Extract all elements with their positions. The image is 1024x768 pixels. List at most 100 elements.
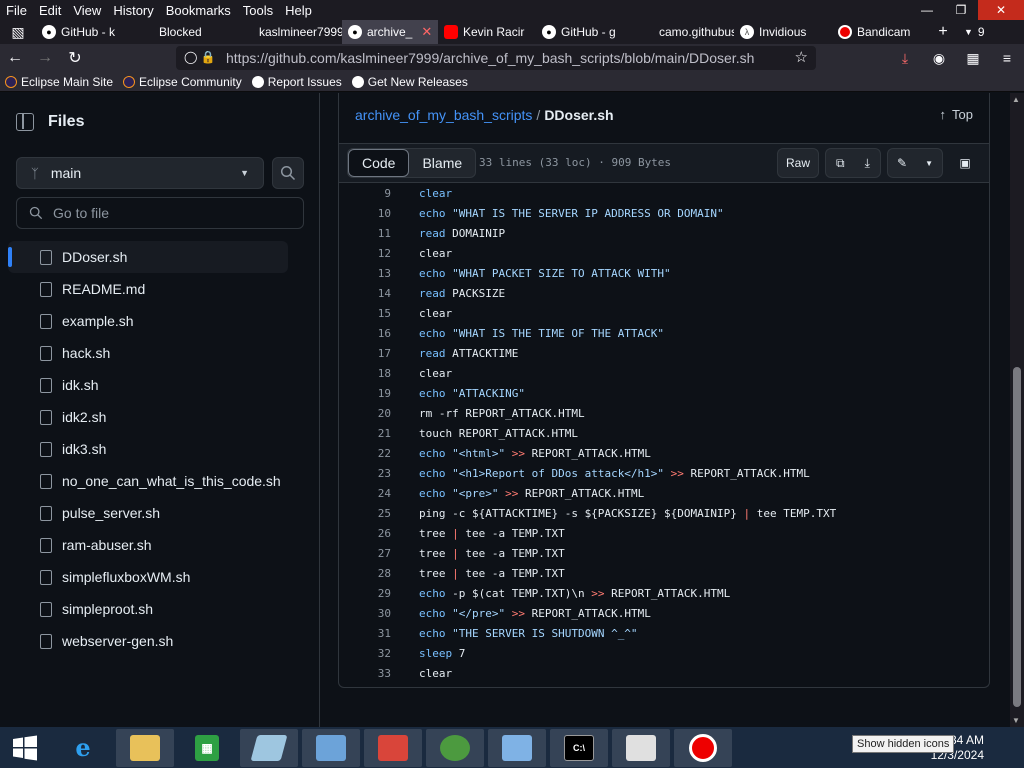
taskbar-store[interactable]: ▦ [178,729,236,767]
menu-edit[interactable]: Edit [33,3,67,18]
back-icon[interactable]: ← [0,44,30,72]
file-item[interactable]: hack.sh [8,337,288,369]
taskbar-notepad[interactable] [240,728,298,767]
search-button[interactable] [272,157,304,189]
file-item[interactable]: idk.sh [8,369,288,401]
line-number[interactable]: 25 [339,507,403,520]
account-icon[interactable]: ◉ [922,44,956,72]
taskbar-control-panel[interactable] [488,728,546,767]
download-file-icon[interactable]: ⤓ [865,156,870,171]
pencil-icon[interactable]: ✎ [897,156,907,170]
line-number[interactable]: 12 [339,247,403,260]
line-number[interactable]: 17 [339,347,403,360]
branch-selector[interactable]: ᛉ main ▼ [16,157,264,189]
line-number[interactable]: 11 [339,227,403,240]
chevron-down-icon[interactable]: ▼ [925,159,933,168]
code-tab[interactable]: Code [348,149,410,177]
line-number[interactable]: 28 [339,567,403,580]
taskbar-window[interactable] [612,728,670,767]
line-number[interactable]: 23 [339,467,403,480]
menu-file[interactable]: File [0,3,33,18]
line-number[interactable]: 10 [339,207,403,220]
hamburger-menu-icon[interactable]: ≡ [990,44,1024,72]
line-number[interactable]: 32 [339,647,403,660]
tab-8[interactable]: Bandicam [832,20,928,44]
restore-icon[interactable]: ❐ [944,0,978,20]
tab-2[interactable]: kaslmineer7999 [234,20,342,44]
tab-close-icon[interactable]: ✕ [421,24,432,40]
raw-button[interactable]: Raw [777,148,819,178]
line-number[interactable]: 21 [339,427,403,440]
download-icon[interactable]: ⤓ [888,44,922,72]
tab-6[interactable]: camo.githubus [634,20,734,44]
start-button[interactable] [0,729,50,767]
go-to-file-input[interactable]: Go to file [16,197,304,229]
bookmark-eclipse-main[interactable]: Eclipse Main Site [0,75,118,89]
file-item[interactable]: example.sh [8,305,288,337]
line-number[interactable]: 24 [339,487,403,500]
tab-7[interactable]: λ Invidious [734,20,832,44]
copy-icon[interactable]: ⧉ [836,156,845,171]
top-link[interactable]: ↑ Top [940,107,973,122]
menu-bookmarks[interactable]: Bookmarks [160,3,237,18]
file-item[interactable]: DDoser.sh [8,241,288,273]
minimize-icon[interactable]: — [910,0,944,20]
taskbar-explorer[interactable] [116,728,174,767]
tab-1[interactable]: Blocked [134,20,234,44]
bookmark-get-new-releases[interactable]: Get New Releases [347,75,473,89]
file-item[interactable]: ram-abuser.sh [8,529,288,561]
sidebar-collapse-icon[interactable] [16,113,34,131]
taskbar-cmd[interactable]: C:\ [550,728,608,767]
line-number[interactable]: 15 [339,307,403,320]
page-scrollbar[interactable]: ▲ ▼ [1010,93,1024,727]
taskbar-bandicam[interactable] [674,728,732,767]
blame-tab[interactable]: Blame [409,149,475,177]
bookmark-report-issues[interactable]: Report Issues [247,75,347,89]
file-item[interactable]: simplefluxboxWM.sh [8,561,288,593]
breadcrumb-repo-link[interactable]: archive_of_my_bash_scripts [355,107,532,123]
file-item[interactable]: idk3.sh [8,433,288,465]
bookmark-eclipse-community[interactable]: Eclipse Community [118,75,247,89]
line-number[interactable]: 20 [339,407,403,420]
scroll-down-icon[interactable]: ▼ [1012,716,1020,725]
star-icon[interactable]: ☆ [795,48,808,66]
tab-5[interactable]: ● GitHub - g [536,20,634,44]
url-bar[interactable]: ◯ 🔒 https://github.com/kaslmineer7999/ar… [176,46,816,70]
taskbar-app-red[interactable] [364,728,422,767]
reload-icon[interactable]: ↻ [60,44,90,72]
tab-overview-button[interactable]: ▧ [0,20,36,44]
menu-view[interactable]: View [67,3,107,18]
menu-help[interactable]: Help [279,3,318,18]
line-number[interactable]: 19 [339,387,403,400]
tab-list-overflow[interactable]: ▼ 9 [958,20,992,44]
tab-4[interactable]: Kevin Racir [438,20,536,44]
line-number[interactable]: 27 [339,547,403,560]
line-number[interactable]: 16 [339,327,403,340]
taskbar-idm[interactable] [426,728,484,767]
window-close-icon[interactable]: ✕ [978,0,1024,20]
line-number[interactable]: 14 [339,287,403,300]
scroll-up-icon[interactable]: ▲ [1012,95,1020,104]
tab-0[interactable]: ● GitHub - k [36,20,134,44]
line-number[interactable]: 26 [339,527,403,540]
line-number[interactable]: 31 [339,627,403,640]
line-number[interactable]: 22 [339,447,403,460]
tab-3-active[interactable]: ● archive_ ✕ [342,20,438,44]
scrollbar-thumb[interactable] [1013,367,1021,707]
file-item[interactable]: no_one_can_what_is_this_code.sh [8,465,288,497]
taskbar-photos[interactable] [302,728,360,767]
new-tab-button[interactable]: + [928,20,958,44]
line-number[interactable]: 29 [339,587,403,600]
forward-icon[interactable]: → [30,44,60,72]
line-number[interactable]: 30 [339,607,403,620]
file-item[interactable]: webserver-gen.sh [8,625,288,657]
file-item[interactable]: simpleproot.sh [8,593,288,625]
taskbar-ie[interactable]: e [54,729,112,767]
line-number[interactable]: 18 [339,367,403,380]
file-item[interactable]: pulse_server.sh [8,497,288,529]
line-number[interactable]: 9 [339,187,403,200]
file-item[interactable]: README.md [8,273,288,305]
line-number[interactable]: 33 [339,667,403,680]
line-number[interactable]: 13 [339,267,403,280]
menu-history[interactable]: History [107,3,159,18]
